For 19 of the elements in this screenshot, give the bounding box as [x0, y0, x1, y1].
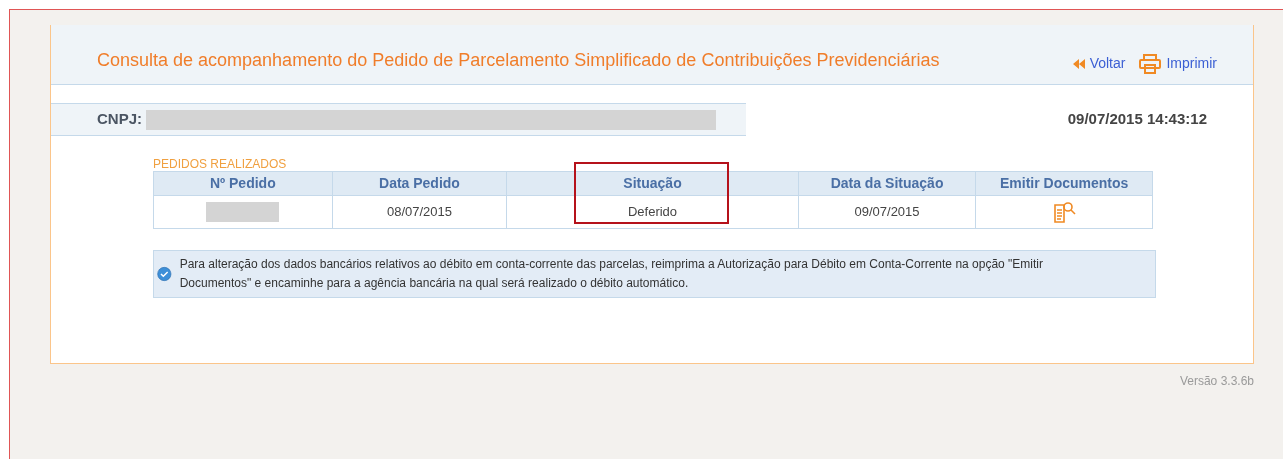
print-link[interactable]: Imprimir — [1139, 53, 1217, 74]
page-title: Consulta de acompanhamento do Pedido de Parcelamento Simplificado de Contribuições Previdenciárias — [97, 49, 941, 72]
timestamp: 09/07/2015 14:43:12 — [1067, 109, 1207, 130]
column-header: Data da Situação — [797, 172, 976, 195]
document-search-icon[interactable] — [1052, 200, 1077, 224]
back-link[interactable]: Voltar — [1072, 53, 1126, 74]
column-header: Situação — [506, 172, 798, 195]
cnpj-label: CNPJ: — [97, 109, 142, 130]
version-label: Versão 3.3.6b — [1179, 373, 1254, 390]
column-header: Data Pedido — [331, 172, 507, 195]
info-text: Para alteração dos dados bancários relativos ao débito em conta-corrente das parcelas, reimprima a Autorização para Débito em Conta-Corrente na opção "Emitir Documentos" e encaminhe para a agência bancária na qual será realizado o débito automático. — [179, 256, 1044, 292]
column-header: Nº Pedido — [208, 174, 277, 193]
double-arrow-left-icon — [1072, 58, 1085, 69]
printer-icon — [1139, 53, 1162, 74]
table-cell: Deferido — [506, 196, 798, 228]
table-cell: 08/07/2015 — [331, 196, 507, 228]
column-header: Emitir Documentos — [975, 172, 1152, 195]
table-cell: 09/07/2015 — [797, 196, 976, 228]
section-title: PEDIDOS REALIZADOS — [153, 158, 287, 171]
